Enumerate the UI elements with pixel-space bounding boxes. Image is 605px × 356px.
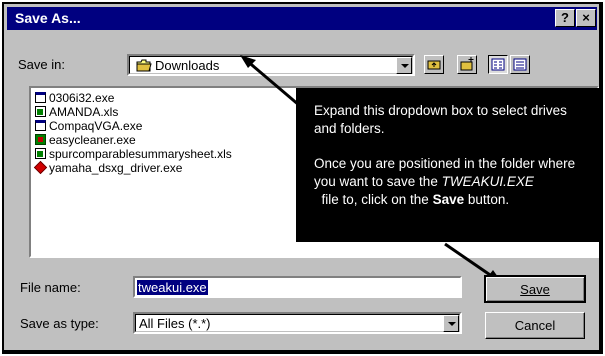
arrow-to-save	[444, 242, 497, 281]
file-name-value: tweakui.exe	[137, 280, 208, 295]
save-as-type-value: All Files (*.*)	[139, 316, 211, 331]
cancel-button-label: Cancel	[514, 318, 556, 333]
save-button[interactable]: Save	[484, 275, 586, 303]
file-name-field[interactable]: tweakui.exe	[133, 276, 462, 298]
save-as-type-dropdown-arrow[interactable]	[443, 315, 459, 332]
save-button-label: Save	[520, 282, 550, 297]
arrow-to-dropdown	[245, 58, 307, 113]
cancel-button[interactable]: Cancel	[485, 312, 585, 339]
file-name-label: File name:	[20, 280, 81, 295]
save-as-type-label: Save as type:	[20, 316, 99, 331]
save-as-type-dropdown[interactable]: All Files (*.*)	[133, 312, 462, 334]
